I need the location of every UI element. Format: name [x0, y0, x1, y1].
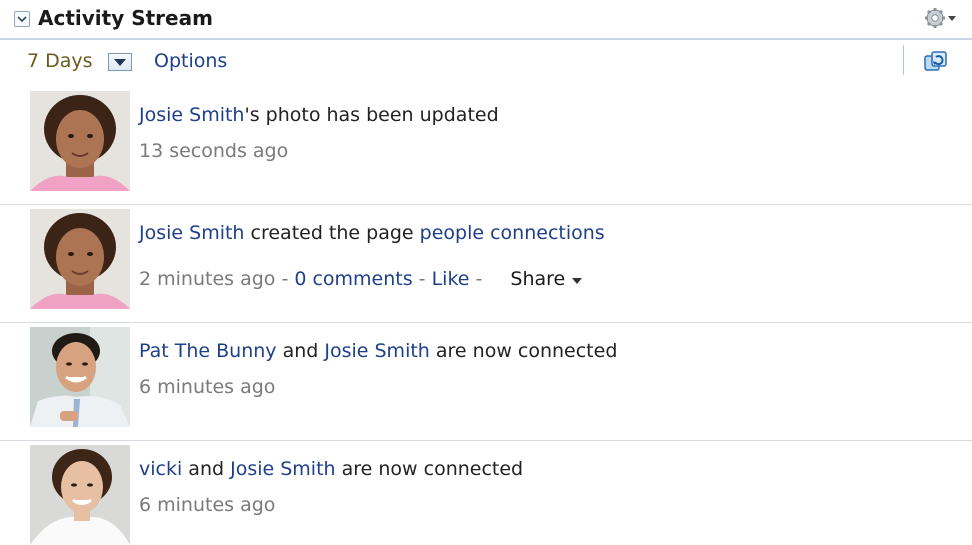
comments-link[interactable]: 0 comments [294, 268, 412, 290]
toolbar-divider [903, 45, 904, 75]
page-link[interactable]: people connections [420, 222, 605, 244]
activity-description: and [182, 458, 231, 480]
actor-link[interactable]: Josie Smith [139, 222, 244, 244]
activity-item: Josie Smith created the page people conn… [0, 208, 972, 320]
dropdown-arrow-icon [114, 59, 126, 66]
activity-text: Josie Smith created the page people conn… [139, 222, 605, 244]
activity-description: 's photo has been updated [244, 104, 499, 126]
activity-description: are now connected [429, 340, 618, 362]
activity-meta: 2 minutes ago - 0 comments - Like - Shar… [139, 268, 583, 290]
activity-text: Josie Smith's photo has been updated [139, 104, 499, 126]
activity-text: Pat The Bunny and Josie Smith are now co… [139, 340, 617, 362]
activity-item: Josie Smith's photo has been updated 13 … [0, 90, 972, 202]
actor-link[interactable]: Josie Smith [139, 104, 244, 126]
collapse-button[interactable] [14, 11, 30, 27]
actor-link[interactable]: vicki [139, 458, 182, 480]
like-link[interactable]: Like [432, 268, 470, 290]
activity-description: are now connected [335, 458, 524, 480]
stream-toolbar: 7 Days Options [0, 38, 972, 86]
avatar[interactable] [30, 209, 130, 309]
activity-item: vicki and Josie Smith are now connected … [0, 444, 972, 545]
activity-description: created the page [244, 222, 420, 244]
days-filter-dropdown[interactable] [108, 53, 132, 71]
meta-separator: - [469, 268, 489, 290]
avatar[interactable] [30, 91, 130, 191]
activity-timestamp: 6 minutes ago [139, 376, 276, 398]
activity-description: and [276, 340, 325, 362]
activity-timestamp: 6 minutes ago [139, 494, 276, 516]
avatar[interactable] [30, 445, 130, 545]
activity-timestamp: 2 minutes ago [139, 268, 276, 290]
item-divider [0, 322, 972, 323]
meta-separator: - [275, 268, 295, 290]
actor-link[interactable]: Josie Smith [230, 458, 335, 480]
panel-title: Activity Stream [38, 6, 213, 30]
share-menu-button[interactable]: Share [510, 268, 583, 290]
activity-item: Pat The Bunny and Josie Smith are now co… [0, 326, 972, 438]
settings-menu-button[interactable] [924, 6, 958, 32]
refresh-button[interactable] [922, 50, 950, 74]
actor-link[interactable]: Pat The Bunny [139, 340, 277, 362]
chevron-down-icon [572, 278, 583, 284]
actor-link[interactable]: Josie Smith [324, 340, 429, 362]
days-filter-label[interactable]: 7 Days [27, 50, 93, 72]
gear-icon [925, 8, 956, 28]
chevron-down-icon [17, 16, 27, 23]
share-label: Share [510, 268, 566, 290]
options-link[interactable]: Options [154, 50, 227, 72]
avatar[interactable] [30, 327, 130, 427]
item-divider [0, 440, 972, 441]
activity-stream-header: Activity Stream [0, 0, 972, 40]
refresh-icon [924, 51, 947, 71]
activity-text: vicki and Josie Smith are now connected [139, 458, 523, 480]
activity-timestamp: 13 seconds ago [139, 140, 289, 162]
meta-separator: - [412, 268, 432, 290]
item-divider [0, 204, 972, 205]
